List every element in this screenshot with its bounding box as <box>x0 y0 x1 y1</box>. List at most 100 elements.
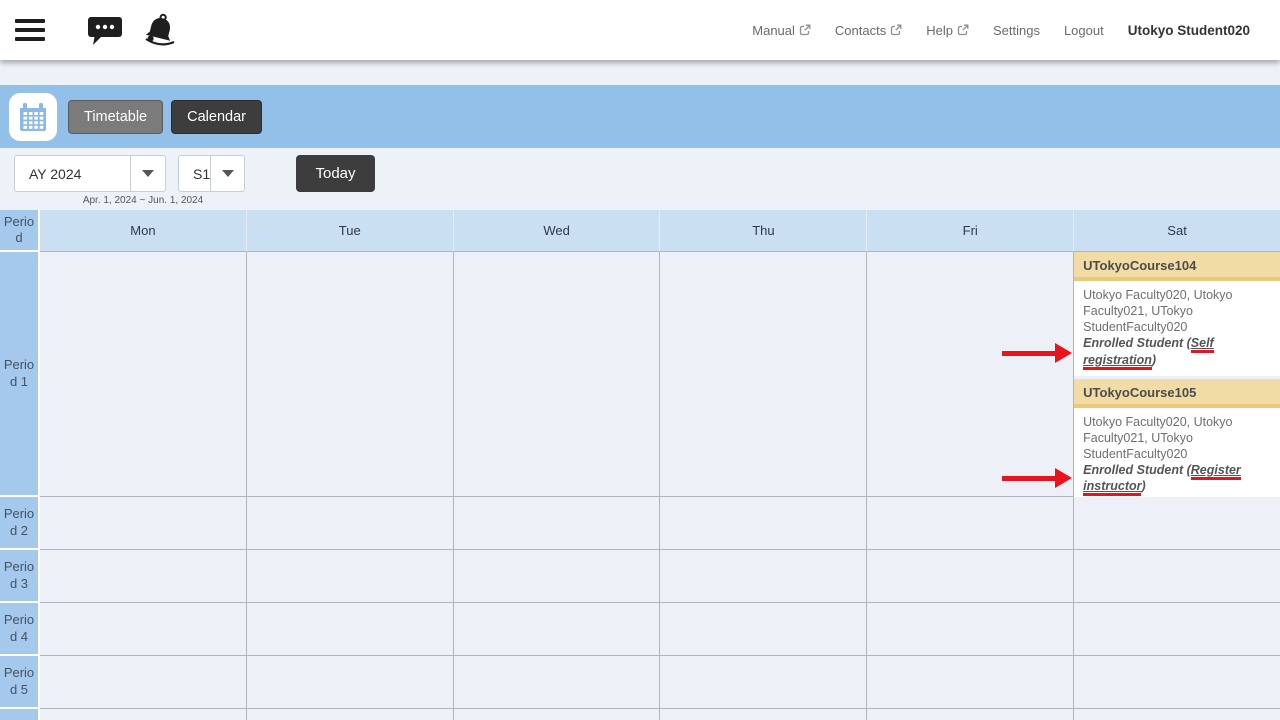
cell-sat-p3 <box>1073 550 1280 603</box>
period-6-label <box>0 709 40 720</box>
cell-tue-p1 <box>246 252 453 497</box>
term-select[interactable]: S1 <box>178 155 245 192</box>
day-header-thu: Thu <box>659 210 866 252</box>
chevron-down-icon <box>222 170 234 177</box>
cell-fri-p6 <box>866 709 1073 720</box>
period-6-row <box>0 709 1280 720</box>
nav-manual[interactable]: Manual <box>752 23 811 38</box>
nav-logout[interactable]: Logout <box>1064 23 1104 38</box>
day-header-fri: Fri <box>866 210 1073 252</box>
day-header-tue: Tue <box>246 210 453 252</box>
period-column-header: Period <box>0 210 40 252</box>
cell-wed-p6 <box>453 709 660 720</box>
period-3-label: Period 3 <box>0 550 40 603</box>
cell-wed-p1 <box>453 252 660 497</box>
cell-fri-p2 <box>866 497 1073 550</box>
header-spacer <box>0 60 1280 85</box>
cell-mon-p5 <box>40 656 246 709</box>
term-caret[interactable] <box>210 156 244 191</box>
course-card-utokyocourse104[interactable]: UTokyoCourse104 Utokyo Faculty020, Utoky… <box>1074 252 1280 376</box>
nav-settings[interactable]: Settings <box>993 23 1040 38</box>
cell-sat-p1: UTokyoCourse104 Utokyo Faculty020, Utoky… <box>1073 252 1280 497</box>
top-nav: Manual Contacts Help Settings Logout Uto… <box>752 23 1280 38</box>
cell-sat-p4 <box>1073 603 1280 656</box>
notifications-icon[interactable] <box>141 13 179 47</box>
cell-wed-p3 <box>453 550 660 603</box>
cell-wed-p2 <box>453 497 660 550</box>
course-details: Utokyo Faculty020, Utokyo Faculty021, UT… <box>1074 281 1280 376</box>
cell-fri-p4 <box>866 603 1073 656</box>
cell-tue-p2 <box>246 497 453 550</box>
current-user-label: Utokyo Student020 <box>1128 23 1250 38</box>
cell-thu-p4 <box>659 603 866 656</box>
course-instructors: Utokyo Faculty020, Utokyo Faculty021, UT… <box>1083 415 1232 461</box>
cell-mon-p2 <box>40 497 246 550</box>
messages-icon[interactable] <box>87 14 123 46</box>
top-bar: Manual Contacts Help Settings Logout Uto… <box>0 0 1280 60</box>
cell-thu-p5 <box>659 656 866 709</box>
period-5-label: Period 5 <box>0 656 40 709</box>
chevron-down-icon <box>142 170 154 177</box>
menu-icon[interactable] <box>15 14 45 46</box>
period-3-row: Period 3 <box>0 550 1280 603</box>
period-4-label: Period 4 <box>0 603 40 656</box>
period-1-label: Period 1 <box>0 252 40 497</box>
enrollment-status: Enrolled Student (Register instructor) <box>1083 463 1241 496</box>
cell-thu-p1 <box>659 252 866 497</box>
cell-fri-p5 <box>866 656 1073 709</box>
grid-header-row: Period Mon Tue Wed Thu Fri Sat <box>0 210 1280 252</box>
cell-tue-p6 <box>246 709 453 720</box>
calendar-app-icon <box>9 93 57 141</box>
period-4-row: Period 4 <box>0 603 1280 656</box>
course-instructors: Utokyo Faculty020, Utokyo Faculty021, UT… <box>1083 288 1232 334</box>
nav-contacts[interactable]: Contacts <box>835 23 902 38</box>
view-toolbar: Timetable Calendar <box>0 85 1280 148</box>
cell-thu-p6 <box>659 709 866 720</box>
enrollment-suffix: ) <box>1141 479 1145 493</box>
cell-mon-p6 <box>40 709 246 720</box>
nav-help[interactable]: Help <box>926 23 969 38</box>
tab-calendar[interactable]: Calendar <box>171 100 262 134</box>
nav-logout-label: Logout <box>1064 23 1104 38</box>
nav-help-label: Help <box>926 23 953 38</box>
cell-sat-p2 <box>1073 497 1280 550</box>
cell-sat-p5 <box>1073 656 1280 709</box>
cell-fri-p3 <box>866 550 1073 603</box>
cell-mon-p3 <box>40 550 246 603</box>
course-title[interactable]: UTokyoCourse104 <box>1074 252 1280 281</box>
nav-settings-label: Settings <box>993 23 1040 38</box>
cell-tue-p5 <box>246 656 453 709</box>
course-card-utokyocourse105[interactable]: UTokyoCourse105 Utokyo Faculty020, Utoky… <box>1074 379 1280 503</box>
cell-mon-p4 <box>40 603 246 656</box>
external-link-icon <box>890 24 902 36</box>
period-1-row: Period 1 UTokyoCourse104 Utokyo Faculty0… <box>0 252 1280 497</box>
cell-fri-p1 <box>866 252 1073 497</box>
today-button[interactable]: Today <box>296 155 375 192</box>
cell-mon-p1 <box>40 252 246 497</box>
annotation-arrow-self-registration <box>1002 343 1072 363</box>
academic-year-caret[interactable] <box>130 156 165 191</box>
enrollment-suffix: ) <box>1152 353 1156 367</box>
course-details: Utokyo Faculty020, Utokyo Faculty021, UT… <box>1074 408 1280 503</box>
cell-wed-p5 <box>453 656 660 709</box>
term-date-range: Apr. 1, 2024 ~ Jun. 1, 2024 <box>0 195 286 206</box>
academic-year-select[interactable]: AY 2024 <box>14 155 166 192</box>
cell-tue-p3 <box>246 550 453 603</box>
annotation-arrow-register-instructor <box>1002 468 1072 488</box>
tab-timetable[interactable]: Timetable <box>68 100 163 134</box>
cell-sat-p6 <box>1073 709 1280 720</box>
cell-wed-p4 <box>453 603 660 656</box>
day-header-mon: Mon <box>40 210 246 252</box>
cell-tue-p4 <box>246 603 453 656</box>
nav-manual-label: Manual <box>752 23 795 38</box>
course-title[interactable]: UTokyoCourse105 <box>1074 379 1280 408</box>
external-link-icon <box>957 24 969 36</box>
enrollment-prefix: Enrolled Student ( <box>1083 463 1191 477</box>
period-5-row: Period 5 <box>0 656 1280 709</box>
enrollment-status: Enrolled Student (Self registration) <box>1083 336 1214 369</box>
period-2-row: Period 2 <box>0 497 1280 550</box>
external-link-icon <box>799 24 811 36</box>
term-value: S1 <box>179 156 210 191</box>
day-header-sat: Sat <box>1073 210 1280 252</box>
nav-contacts-label: Contacts <box>835 23 886 38</box>
